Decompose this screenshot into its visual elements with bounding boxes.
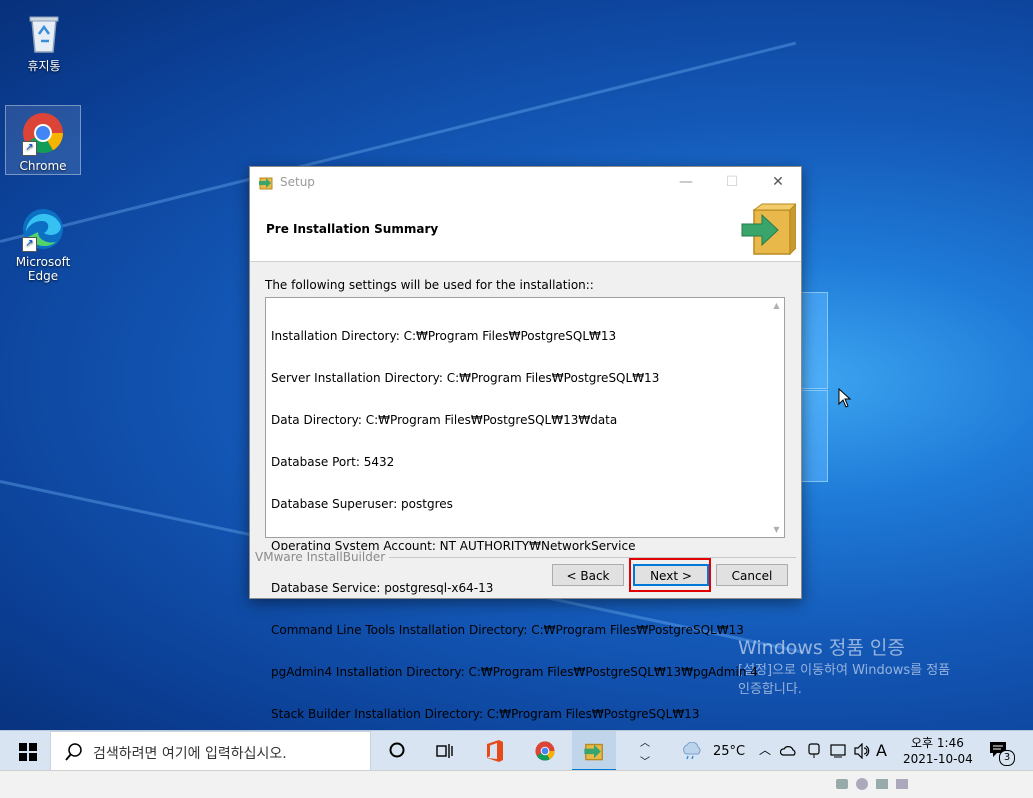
installer-app-icon [259, 177, 273, 190]
edge-shortcut[interactable]: ↗ Microsoft Edge [13, 206, 73, 283]
summary-line: Server Installation Directory: C:₩Progra… [271, 371, 660, 385]
tray-overflow-button[interactable]: ︿ [756, 731, 774, 771]
cortana-icon [389, 742, 405, 758]
notification-count-badge: 3 [999, 750, 1015, 766]
recycle-bin-icon [21, 10, 67, 56]
chrome-icon: ↗ [20, 110, 66, 156]
chrome-icon [535, 741, 555, 761]
dialog-header: Pre Installation Summary [250, 197, 801, 262]
meet-now-icon[interactable] [806, 742, 822, 760]
summary-line: Database Superuser: postgres [271, 497, 453, 511]
chrome-shortcut[interactable]: ↗ Chrome [5, 105, 81, 175]
installer-app-icon [584, 743, 603, 761]
chevron-up-icon: ︿ [640, 738, 650, 749]
vm-device-icon[interactable] [896, 779, 908, 789]
taskbar-search-box[interactable]: 검색하려면 여기에 입력하십시오. [50, 731, 371, 771]
taskbar: 검색하려면 여기에 입력하십시오. ︿ ﹀ 25°C ︿ A 오후 1:46 2… [0, 730, 1033, 771]
clock[interactable]: 오후 1:46 2021-10-04 [895, 731, 975, 771]
minimize-button[interactable]: — [663, 167, 709, 197]
recycle-bin-label: 휴지통 [27, 59, 61, 73]
office-taskbar-button[interactable] [478, 731, 512, 771]
mouse-cursor-icon [838, 388, 852, 408]
dialog-titlebar[interactable]: Setup — ☐ ✕ [250, 167, 801, 197]
page-title: Pre Installation Summary [266, 222, 439, 236]
office-icon [487, 740, 503, 762]
clock-time: 오후 1:46 [911, 736, 964, 750]
intro-text: The following settings will be used for … [265, 278, 594, 292]
vm-status-bar [0, 770, 1033, 798]
onedrive-icon[interactable] [780, 744, 798, 756]
search-placeholder: 검색하려면 여기에 입력하십시오. [93, 746, 287, 762]
notification-center-button[interactable]: 3 [982, 731, 1022, 771]
summary-line: pgAdmin4 Installation Directory: C:₩Prog… [271, 665, 758, 679]
vm-device-icon[interactable] [856, 778, 868, 790]
windows-logo-icon [19, 743, 37, 761]
chrome-taskbar-button[interactable] [528, 731, 562, 771]
speaker-icon[interactable] [853, 743, 871, 759]
summary-textbox[interactable]: Installation Directory: C:₩Program Files… [265, 297, 785, 721]
task-view-icon [436, 744, 453, 758]
summary-line: Database Port: 5432 [271, 455, 395, 469]
cancel-button[interactable]: Cancel [716, 564, 788, 586]
summary-line: Stack Builder Installation Directory: C:… [271, 707, 700, 721]
vm-device-icon[interactable] [836, 779, 848, 789]
chevron-up-icon: ︿ [759, 743, 772, 757]
vertical-scrollbar[interactable]: ▲ ▼ [769, 298, 784, 537]
scroll-up-icon[interactable]: ▲ [769, 298, 784, 313]
summary-line: Data Directory: C:₩Program Files₩Postgre… [271, 413, 618, 427]
shortcut-arrow-icon: ↗ [22, 141, 37, 156]
taskbar-scroll[interactable]: ︿ ﹀ [640, 731, 656, 771]
installer-box-icon [741, 203, 796, 256]
edge-label: Microsoft Edge [15, 255, 71, 283]
input-method-indicator[interactable]: A [876, 741, 887, 760]
scroll-down-icon[interactable]: ▼ [769, 522, 784, 537]
weather-widget[interactable]: 25°C [678, 731, 748, 771]
wallpaper-pane [800, 390, 828, 482]
weather-temperature: 25°C [713, 744, 746, 759]
start-button[interactable] [6, 731, 50, 771]
search-icon [65, 743, 82, 761]
chrome-label: Chrome [19, 159, 67, 173]
close-button[interactable]: ✕ [755, 167, 801, 197]
rain-cloud-icon [683, 742, 701, 760]
dialog-title: Setup [280, 175, 315, 189]
activation-watermark-title: Windows 정품 인증 [738, 637, 905, 659]
summary-line: Installation Directory: C:₩Program Files… [271, 329, 617, 343]
summary-line: Command Line Tools Installation Director… [271, 623, 744, 637]
shortcut-arrow-icon: ↗ [22, 237, 37, 252]
summary-lines: Installation Directory: C:₩Program Files… [271, 301, 758, 749]
vm-device-icon[interactable] [876, 779, 888, 789]
clock-date: 2021-10-04 [903, 752, 973, 766]
maximize-button[interactable]: ☐ [709, 167, 755, 197]
cortana-button[interactable] [380, 731, 414, 771]
back-button[interactable]: < Back [552, 564, 624, 586]
setup-dialog: Setup — ☐ ✕ Pre Installation Summary The… [249, 166, 802, 721]
brand-label: VMware InstallBuilder [255, 550, 390, 564]
task-view-button[interactable] [428, 731, 462, 771]
activation-watermark-line1: [설정]으로 이동하여 Windows를 정품 [738, 663, 951, 678]
keyboard-icon[interactable] [830, 744, 846, 758]
wallpaper-pane [800, 292, 828, 389]
next-button-highlight [629, 558, 711, 592]
edge-icon: ↗ [20, 206, 66, 252]
chevron-down-icon: ﹀ [640, 757, 650, 768]
installer-taskbar-button[interactable] [572, 731, 616, 771]
recycle-bin-shortcut[interactable]: 휴지통 [14, 10, 74, 73]
